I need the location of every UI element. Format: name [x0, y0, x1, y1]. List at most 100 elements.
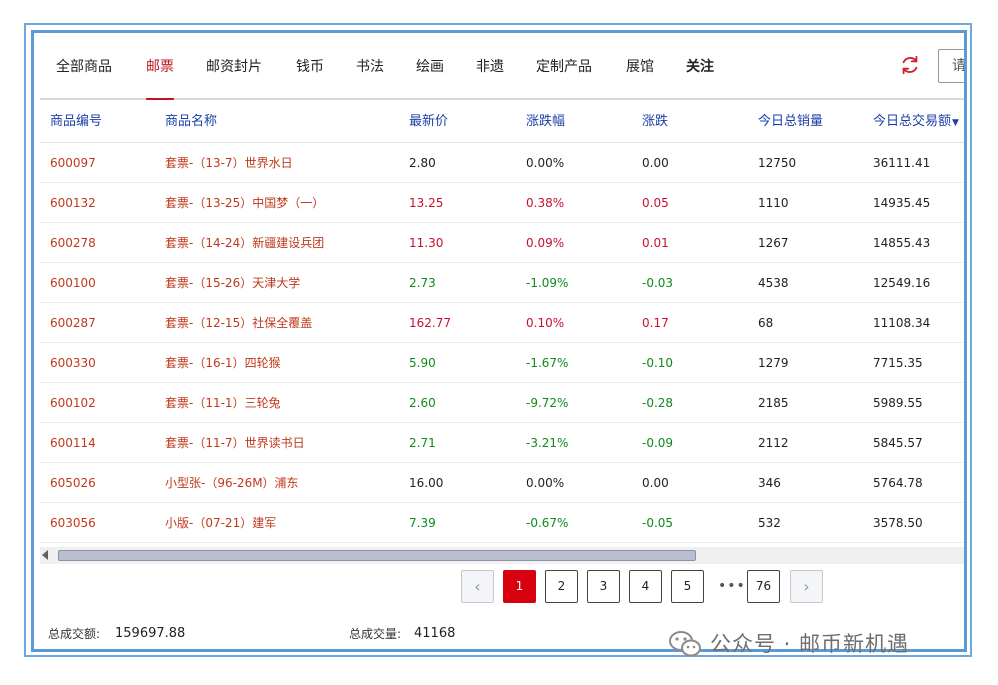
cell-code[interactable]: 600287 — [50, 303, 96, 343]
tab-all-products[interactable]: 全部商品 — [56, 37, 112, 98]
cell-change: -0.28 — [642, 396, 674, 410]
page-button-1[interactable]: 1 — [503, 570, 536, 603]
cell-price: 7.39 — [409, 516, 436, 530]
next-page-button[interactable]: › — [790, 570, 823, 603]
cell-amount: 36111.41 — [873, 156, 931, 170]
cell-name[interactable]: 套票-（12-15）社保全覆盖 — [165, 303, 312, 343]
tab-coins[interactable]: 钱币 — [296, 37, 324, 98]
table-row[interactable]: 600097 套票-（13-7）世界水日 2.80 0.00% 0.00 12750 361… — [40, 143, 964, 183]
header-amount[interactable]: 今日总交易额▼ — [873, 100, 959, 143]
cell-amount: 5764.78 — [873, 476, 923, 490]
horizontal-scrollbar[interactable] — [40, 547, 964, 564]
cell-name[interactable]: 套票-（11-7）世界读书日 — [165, 423, 305, 463]
tab-intangible-heritage[interactable]: 非遗 — [476, 37, 504, 98]
table-row[interactable]: 600287 套票-（12-15）社保全覆盖 162.77 0.10% 0.17 68 11… — [40, 303, 964, 343]
page-ellipsis: ••• — [718, 578, 746, 594]
cell-code[interactable]: 600097 — [50, 143, 96, 183]
total-volume-value: 41168 — [414, 626, 456, 641]
cell-change-percent: 0.00% — [526, 476, 565, 490]
cell-amount: 14935.45 — [873, 196, 931, 210]
cell-change: -0.05 — [642, 516, 674, 530]
cell-change: 0.01 — [642, 236, 669, 250]
cell-code[interactable]: 600132 — [50, 183, 96, 223]
cell-change-percent: 0.10% — [526, 316, 565, 330]
cell-name[interactable]: 套票-（13-25）中国梦（一） — [165, 183, 324, 223]
cell-change: 0.00 — [642, 476, 669, 490]
cell-name[interactable]: 套票-（11-1）三轮兔 — [165, 383, 281, 423]
cell-change-percent: 0.09% — [526, 236, 565, 250]
header-change[interactable]: 涨跌 — [642, 100, 668, 143]
cell-amount: 5989.55 — [873, 396, 923, 410]
table-row[interactable]: 600102 套票-（11-1）三轮兔 2.60 -9.72% -0.28 2185 598… — [40, 383, 964, 423]
cell-amount: 11108.34 — [873, 316, 931, 330]
page-button-2[interactable]: 2 — [545, 570, 578, 603]
cell-code[interactable]: 600100 — [50, 263, 96, 303]
cell-name[interactable]: 小型张-（96-26M）浦东 — [165, 463, 299, 503]
prev-page-button[interactable]: ‹ — [461, 570, 494, 603]
page-button-3[interactable]: 3 — [587, 570, 620, 603]
cell-volume: 346 — [758, 476, 781, 490]
total-volume-label: 总成交量: — [349, 627, 402, 641]
cell-volume: 68 — [758, 316, 774, 330]
header-name[interactable]: 商品名称 — [165, 100, 217, 143]
cell-price: 5.90 — [409, 356, 436, 370]
header-code[interactable]: 商品编号 — [50, 100, 102, 143]
table-row[interactable]: 600132 套票-（13-25）中国梦（一） 13.25 0.38% 0.05 1110… — [40, 183, 964, 223]
scrollbar-thumb[interactable] — [58, 550, 696, 561]
cell-volume: 2185 — [758, 396, 789, 410]
cell-code[interactable]: 600114 — [50, 423, 96, 463]
tab-exhibition-hall[interactable]: 展馆 — [626, 37, 654, 98]
cell-change-percent: -0.67% — [526, 516, 569, 530]
cell-code[interactable]: 600330 — [50, 343, 96, 383]
table-row[interactable]: 603056 小版-（07-21）建军 7.39 -0.67% -0.05 532 3578… — [40, 503, 964, 543]
header-price[interactable]: 最新价 — [409, 100, 448, 143]
cell-change-percent: 0.38% — [526, 196, 565, 210]
table-row[interactable]: 600100 套票-（15-26）天津大学 2.73 -1.09% -0.03 4538 1… — [40, 263, 964, 303]
table-row[interactable]: 600330 套票-（16-1）四轮猴 5.90 -1.67% -0.10 1279 771… — [40, 343, 964, 383]
tab-painting[interactable]: 绘画 — [416, 37, 444, 98]
tab-watchlist[interactable]: 关注 — [686, 37, 714, 98]
total-amount-label: 总成交额: — [48, 627, 101, 641]
page-button-5[interactable]: 5 — [671, 570, 704, 603]
wechat-logo-icon — [669, 631, 701, 657]
table-row[interactable]: 600278 套票-（14-24）新疆建设兵团 11.30 0.09% 0.01 1267… — [40, 223, 964, 263]
cell-change-percent: -3.21% — [526, 436, 569, 450]
page-button-last[interactable]: 76 — [747, 570, 780, 603]
tab-custom-products[interactable]: 定制产品 — [536, 37, 592, 98]
cell-name[interactable]: 套票-（15-26）天津大学 — [165, 263, 300, 303]
cell-volume: 4538 — [758, 276, 789, 290]
cell-amount: 7715.35 — [873, 356, 923, 370]
cell-price: 2.80 — [409, 156, 436, 170]
cell-name[interactable]: 套票-（16-1）四轮猴 — [165, 343, 281, 383]
cell-code[interactable]: 600102 — [50, 383, 96, 423]
cell-code[interactable]: 600278 — [50, 223, 96, 263]
cell-code[interactable]: 603056 — [50, 503, 96, 543]
cell-code[interactable]: 605026 — [50, 463, 96, 503]
search-input[interactable]: 请 — [938, 49, 964, 83]
tab-postal-stationery[interactable]: 邮资封片 — [206, 37, 262, 98]
cell-name[interactable]: 小版-（07-21）建军 — [165, 503, 276, 543]
table-row[interactable]: 605026 小型张-（96-26M）浦东 16.00 0.00% 0.00 346 576… — [40, 463, 964, 503]
cell-name[interactable]: 套票-（13-7）世界水日 — [165, 143, 293, 183]
header-volume[interactable]: 今日总销量 — [758, 100, 823, 143]
header-change-percent[interactable]: 涨跌幅 — [526, 100, 565, 143]
total-amount-value: 159697.88 — [115, 626, 186, 641]
table-header: 商品编号 商品名称 最新价 涨跌幅 涨跌 今日总销量 今日总交易额▼ — [40, 100, 964, 143]
table-row[interactable]: 600114 套票-（11-7）世界读书日 2.71 -3.21% -0.09 2112 5… — [40, 423, 964, 463]
scroll-left-arrow-icon[interactable] — [42, 550, 48, 560]
tab-calligraphy[interactable]: 书法 — [356, 37, 384, 98]
cell-name[interactable]: 套票-（14-24）新疆建设兵团 — [165, 223, 324, 263]
cell-change-percent: -1.67% — [526, 356, 569, 370]
sort-desc-icon[interactable]: ▼ — [952, 118, 959, 128]
tab-stamps[interactable]: 邮票 — [146, 37, 174, 100]
page-button-4[interactable]: 4 — [629, 570, 662, 603]
cell-change-percent: -1.09% — [526, 276, 569, 290]
cell-volume: 532 — [758, 516, 781, 530]
cell-change: -0.10 — [642, 356, 674, 370]
cell-amount: 3578.50 — [873, 516, 923, 530]
cell-amount: 14855.43 — [873, 236, 931, 250]
cell-price: 16.00 — [409, 476, 444, 490]
cell-price: 13.25 — [409, 196, 444, 210]
refresh-icon[interactable] — [899, 54, 921, 76]
cell-volume: 1279 — [758, 356, 789, 370]
